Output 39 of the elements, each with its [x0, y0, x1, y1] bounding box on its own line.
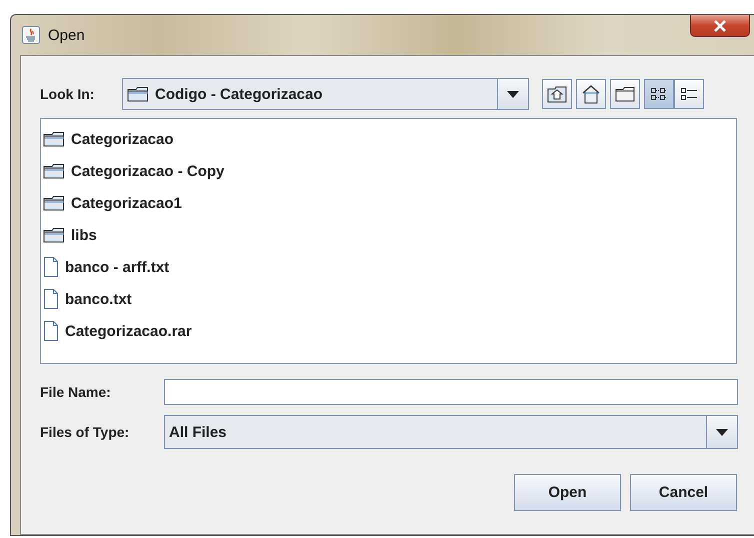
details-view-icon: [680, 86, 698, 102]
dropdown-arrow-icon: [507, 90, 519, 98]
new-folder-button[interactable]: [610, 79, 640, 109]
details-view-button[interactable]: [674, 79, 704, 109]
folder-icon: [43, 227, 65, 243]
cancel-button[interactable]: Cancel: [630, 474, 737, 511]
file-icon: [43, 289, 59, 309]
file-name[interactable]: banco.txt: [65, 290, 132, 308]
file-name[interactable]: Categorizacao.rar: [65, 322, 192, 340]
home-button[interactable]: [576, 79, 606, 109]
app-icon: [22, 26, 40, 44]
folder-icon: [43, 131, 65, 147]
file-name[interactable]: banco - arff.txt: [65, 258, 170, 276]
look-in-label: Look In:: [40, 86, 96, 102]
list-view-button[interactable]: [644, 79, 674, 109]
folder-name[interactable]: libs: [71, 226, 97, 244]
folder-icon: [43, 195, 65, 211]
look-in-dropdown[interactable]: Codigo - Categorizacao: [122, 78, 529, 110]
up-folder-button[interactable]: [542, 79, 572, 109]
close-button[interactable]: [690, 15, 750, 37]
window-title: Open: [48, 26, 85, 44]
folder-name[interactable]: Categorizacao - Copy: [71, 162, 224, 180]
open-button[interactable]: Open: [514, 474, 621, 511]
file-name-label: File Name:: [40, 384, 112, 400]
file-icon: [43, 321, 59, 341]
folder-icon: [615, 86, 635, 102]
folder-name[interactable]: Categorizacao1: [71, 194, 182, 212]
list-view-icon: [650, 86, 668, 102]
home-icon: [581, 84, 601, 104]
folder-name[interactable]: Categorizacao: [71, 130, 174, 148]
folder-up-icon: [547, 85, 567, 103]
file-type-label: Files of Type:: [40, 424, 130, 440]
file-name-field[interactable]: [164, 379, 738, 405]
dropdown-arrow-icon: [716, 428, 728, 436]
close-icon: [713, 20, 727, 32]
file-type-dropdown[interactable]: All Files: [164, 415, 738, 449]
folder-icon: [127, 86, 149, 102]
folder-icon: [43, 163, 65, 179]
file-icon: [43, 257, 59, 277]
